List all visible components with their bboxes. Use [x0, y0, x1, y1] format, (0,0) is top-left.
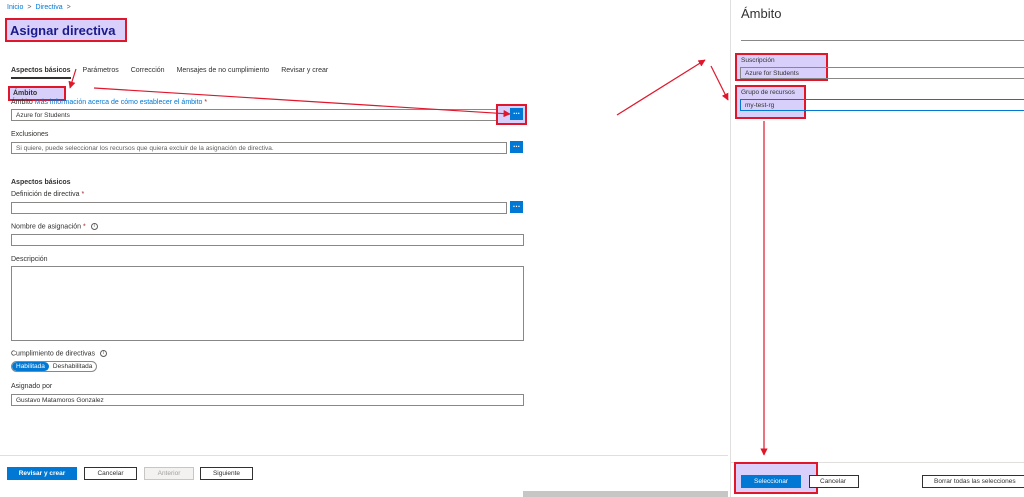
policy-definition-field[interactable] — [11, 202, 507, 214]
tab-bar: Aspectos básicos Parámetros Corrección M… — [11, 67, 340, 79]
assignment-name-field[interactable] — [11, 234, 524, 246]
exclusions-field[interactable]: Si quiere, puede seleccionar los recurso… — [11, 142, 507, 154]
select-button[interactable]: Seleccionar — [741, 475, 801, 488]
tab-parameters[interactable]: Parámetros — [83, 67, 119, 79]
policy-definition-browse-button[interactable]: … — [510, 201, 523, 213]
enforcement-label-row: Cumplimiento de directivas i — [11, 350, 107, 357]
clear-selections-button[interactable]: Borrar todas las selecciones — [922, 475, 1024, 488]
horizontal-scrollbar[interactable] — [523, 491, 728, 497]
tab-noncompliance-messages[interactable]: Mensajes de no cumplimiento — [177, 67, 270, 79]
breadcrumb-home[interactable]: Inicio — [7, 4, 23, 11]
assignment-name-label: Nombre de asignación — [11, 223, 82, 231]
assignment-name-label-row: Nombre de asignación * i — [11, 223, 98, 230]
panel-title: Ámbito — [741, 6, 782, 21]
required-marker: * — [204, 99, 208, 106]
enforcement-label: Cumplimiento de directivas — [11, 350, 96, 358]
enforcement-toggle: Habilitada Deshabilitada — [11, 361, 98, 372]
required-marker: * — [83, 223, 86, 231]
footer-divider — [0, 455, 728, 456]
review-create-button[interactable]: Revisar y crear — [7, 467, 77, 480]
policy-definition-label: Definición de directiva — [11, 191, 80, 198]
scope-help-link[interactable]: Más información acerca de cómo establece… — [35, 99, 203, 106]
basics-heading: Aspectos básicos — [11, 179, 71, 186]
enforcement-disabled-option[interactable]: Deshabilitada — [49, 362, 96, 371]
breadcrumb-separator: > — [27, 4, 32, 11]
tab-basics[interactable]: Aspectos básicos — [11, 67, 71, 79]
policy-definition-label-row: Definición de directiva * — [11, 191, 84, 198]
next-button[interactable]: Siguiente — [200, 467, 253, 480]
exclusions-browse-button[interactable]: ... — [510, 141, 523, 153]
info-icon[interactable]: i — [100, 350, 107, 357]
assigned-by-field[interactable]: Gustavo Matamoros Gonzalez — [11, 394, 524, 406]
previous-button[interactable]: Anterior — [144, 467, 194, 480]
tab-review-create[interactable]: Revisar y crear — [281, 67, 328, 79]
info-icon[interactable]: i — [90, 223, 98, 230]
breadcrumb-separator: > — [66, 4, 71, 11]
page-title: Asignar directiva — [5, 18, 127, 42]
scope-panel: Ámbito Suscripción Azure for Students Gr… — [730, 0, 1024, 497]
panel-cancel-button[interactable]: Cancelar — [809, 475, 859, 488]
resource-group-dropdown[interactable]: my-test-rg — [740, 99, 1024, 111]
subscription-label: Suscripción — [741, 57, 775, 64]
assign-policy-form: Inicio > Directiva > Asignar directiva A… — [0, 0, 728, 497]
page: Inicio > Directiva > Asignar directiva A… — [0, 0, 1024, 497]
description-textarea[interactable] — [11, 266, 524, 341]
enforcement-enabled-option[interactable]: Habilitada — [12, 362, 49, 371]
cancel-button[interactable]: Cancelar — [84, 467, 137, 480]
breadcrumb: Inicio > Directiva > — [7, 4, 71, 11]
breadcrumb-policy[interactable]: Directiva — [35, 4, 62, 11]
resource-group-label: Grupo de recursos — [741, 89, 795, 96]
scope-label-row: Ámbito Más información acerca de cómo es… — [11, 99, 207, 106]
exclusions-label: Exclusiones — [11, 131, 49, 138]
description-label: Descripción — [11, 256, 48, 263]
scope-label: Ámbito — [11, 99, 33, 106]
assigned-by-label: Asignado por — [11, 383, 53, 390]
subscription-dropdown[interactable]: Azure for Students — [740, 67, 1024, 79]
panel-title-divider — [741, 40, 1024, 41]
scope-field[interactable]: Azure for Students — [11, 109, 507, 121]
scope-browse-button[interactable]: ... — [510, 108, 523, 120]
tab-remediation[interactable]: Corrección — [131, 67, 165, 79]
required-marker: * — [81, 191, 85, 198]
